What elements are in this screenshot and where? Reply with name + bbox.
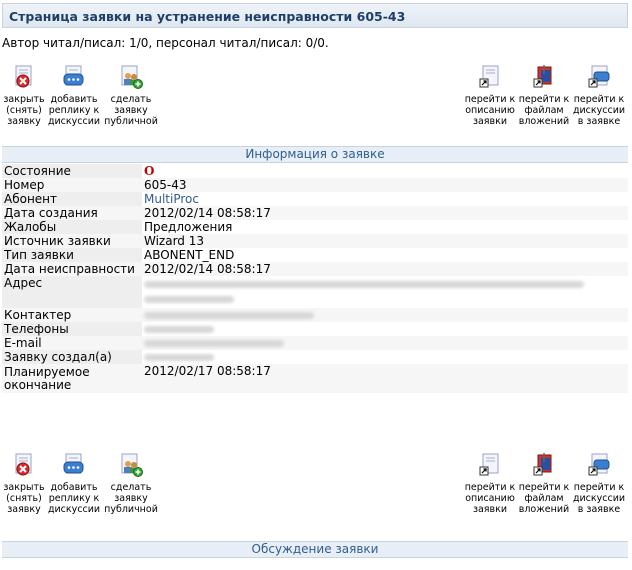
email-label: E-mail [2, 336, 142, 350]
add-reply-icon [63, 453, 84, 474]
subscriber-label: Абонент [2, 192, 142, 206]
row-planned-end: Планируемое окончание 2012/02/17 08:58:1… [2, 364, 628, 393]
add-reply-button[interactable]: добавить реплику к дискуссии [44, 452, 104, 515]
redacted-text [144, 296, 234, 303]
make-public-button[interactable]: сделать заявку публичной [101, 452, 161, 515]
row-complaints: Жалобы Предложения [2, 220, 628, 234]
close-ticket-icon [15, 65, 32, 88]
go-files-button[interactable]: перейти к файлам вложений [514, 452, 574, 515]
type-label: Тип заявки [2, 248, 142, 262]
row-subscriber: Абонент MultiProc [2, 192, 628, 206]
author-stats: Автор читал/писал: 1/0, персонал читал/п… [2, 36, 329, 50]
subscriber-link[interactable]: MultiProc [142, 192, 628, 206]
row-created: Дата создания 2012/02/14 08:58:17 [2, 206, 628, 220]
redacted-text [144, 281, 584, 288]
address-value [142, 276, 628, 308]
make-public-icon [121, 65, 143, 89]
row-type: Тип заявки ABONENT_END [2, 248, 628, 262]
source-label: Источник заявки [2, 234, 142, 248]
row-number: Номер 605-43 [2, 178, 628, 192]
go-discussion-button[interactable]: перейти к дискуссии в заявке [569, 452, 629, 515]
complaints-value: Предложения [142, 220, 628, 234]
phones-value [142, 322, 628, 336]
add-reply-icon [63, 65, 84, 86]
row-email: E-mail [2, 336, 628, 350]
fault-date-value: 2012/02/14 08:58:17 [142, 262, 628, 276]
attachments-shortcut-icon [533, 65, 552, 88]
fault-date-label: Дата неисправности [2, 262, 142, 276]
created-label: Дата создания [2, 206, 142, 220]
row-phones: Телефоны [2, 322, 628, 336]
email-value [142, 336, 628, 350]
make-public-button[interactable]: сделать заявку публичной [101, 64, 161, 127]
redacted-text [144, 312, 314, 319]
add-reply-button[interactable]: добавить реплику к дискуссии [44, 64, 104, 127]
planned-end-value: 2012/02/17 08:58:17 [142, 364, 628, 393]
row-source: Источник заявки Wizard 13 [2, 234, 628, 248]
source-value: Wizard 13 [142, 234, 628, 248]
status-label: Состояние [2, 164, 142, 178]
row-status: Состояние О [2, 164, 628, 178]
redacted-text [144, 326, 214, 333]
description-shortcut-icon [479, 453, 499, 476]
row-address: Адрес [2, 276, 628, 308]
creator-value [142, 350, 628, 364]
redacted-text [144, 354, 214, 361]
contact-label: Контактер [2, 308, 142, 322]
row-contact: Контактер [2, 308, 628, 322]
go-discussion-button[interactable]: перейти к дискуссии в заявке [569, 64, 629, 127]
redacted-text [144, 340, 284, 347]
go-description-button[interactable]: перейти к описанию заявки [460, 452, 520, 515]
page-title: Страница заявки на устранение неисправно… [2, 3, 628, 28]
number-label: Номер [2, 178, 142, 192]
ticket-info-table: Состояние О Номер 605-43 Абонент MultiPr… [2, 164, 628, 393]
bottom-toolbar: закрыть (снять) заявку добавить реплику … [0, 452, 632, 522]
created-value: 2012/02/14 08:58:17 [142, 206, 628, 220]
close-ticket-icon [15, 453, 32, 476]
make-public-icon [121, 453, 143, 477]
type-value: ABONENT_END [142, 248, 628, 262]
address-label: Адрес [2, 276, 142, 308]
top-toolbar: закрыть (снять) заявку добавить реплику … [0, 64, 632, 134]
ticket-info-header: Информация о заявке [2, 146, 628, 163]
status-value: О [142, 164, 628, 178]
phones-label: Телефоны [2, 322, 142, 336]
go-files-button[interactable]: перейти к файлам вложений [514, 64, 574, 127]
discussion-shortcut-icon [588, 453, 610, 476]
row-fault-date: Дата неисправности 2012/02/14 08:58:17 [2, 262, 628, 276]
discussion-shortcut-icon [588, 65, 610, 88]
discussion-header: Обсуждение заявки [2, 541, 628, 558]
row-creator: Заявку создал(а) [2, 350, 628, 364]
contact-value [142, 308, 628, 322]
attachments-shortcut-icon [533, 453, 552, 476]
description-shortcut-icon [479, 65, 499, 88]
creator-label: Заявку создал(а) [2, 350, 142, 364]
planned-end-label: Планируемое окончание [2, 364, 142, 393]
complaints-label: Жалобы [2, 220, 142, 234]
go-description-button[interactable]: перейти к описанию заявки [460, 64, 520, 127]
number-value: 605-43 [142, 178, 628, 192]
